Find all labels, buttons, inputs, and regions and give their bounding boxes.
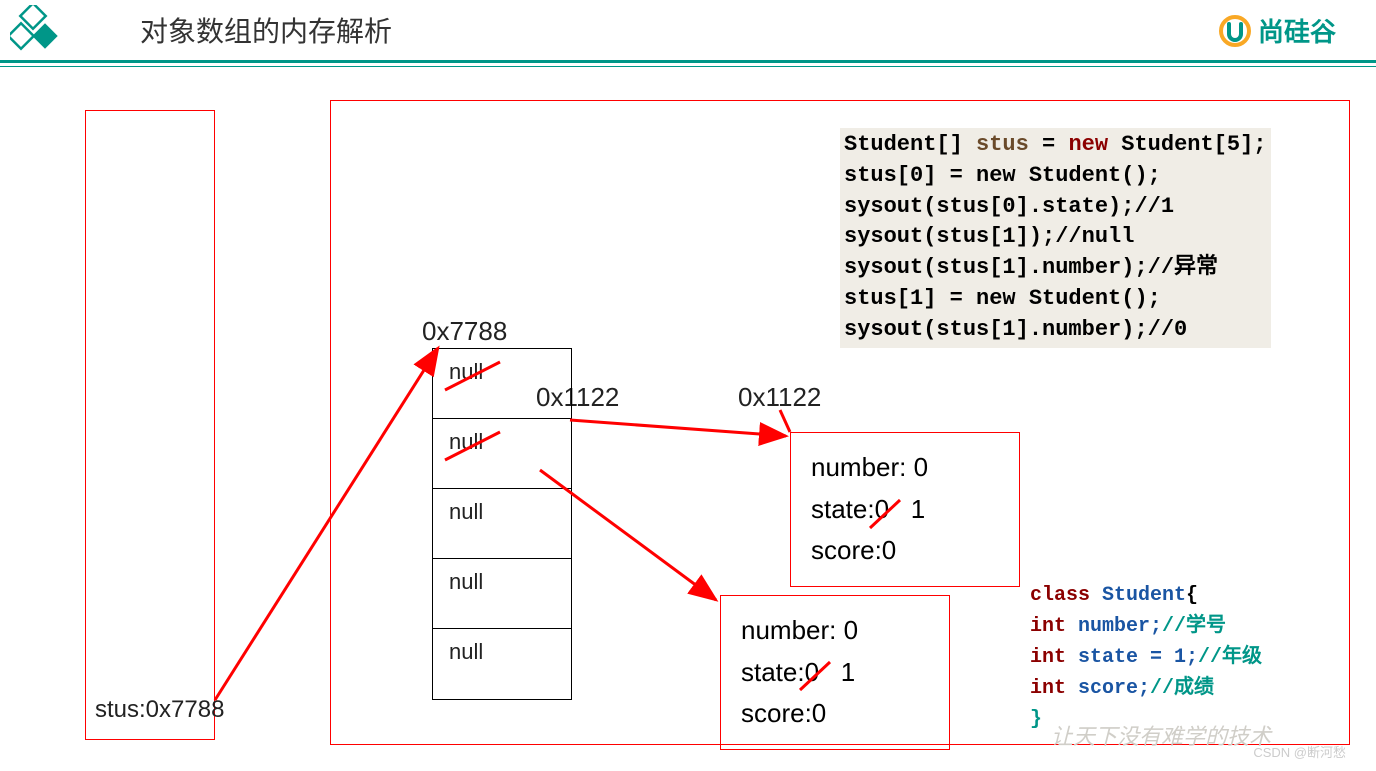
obj1-score: score:0 xyxy=(811,530,999,572)
student-object-1: number: 0 state:0 1 score:0 xyxy=(790,432,1020,587)
diamonds-logo-icon xyxy=(10,5,66,61)
stack-memory-box xyxy=(85,110,215,740)
divider-thick xyxy=(0,60,1376,63)
array-cell-2: null xyxy=(433,489,571,559)
brand-text: 尚硅谷 xyxy=(1258,12,1336,49)
brand: 尚硅谷 xyxy=(1218,12,1336,49)
code-block-main: Student[] stus = new Student[5]; stus[0]… xyxy=(840,128,1271,348)
array-cell-3: null xyxy=(433,559,571,629)
obj1-number: number: 0 xyxy=(811,447,999,489)
obj1-state: state:0 1 xyxy=(811,489,999,531)
obj2-state: state:0 1 xyxy=(741,652,929,694)
array-cell-0: null xyxy=(433,349,571,419)
page-title: 对象数组的内存解析 xyxy=(140,10,392,50)
array-cell-1: null xyxy=(433,419,571,489)
object-address-b-label: 0x1122 xyxy=(738,382,821,413)
student-object-2: number: 0 state:0 1 score:0 xyxy=(720,595,950,750)
stack-variable-label: stus:0x7788 xyxy=(95,696,224,724)
array-cell-4: null xyxy=(433,629,571,699)
divider-thin xyxy=(0,66,1376,67)
array-table: null null null null null xyxy=(432,348,572,700)
brand-icon xyxy=(1218,14,1252,48)
obj2-score: score:0 xyxy=(741,693,929,735)
code-block-class: class Student{ int number;//学号 int state… xyxy=(1030,580,1262,735)
csdn-watermark: CSDN @断河愁 xyxy=(1253,742,1346,761)
array-address-label: 0x7788 xyxy=(422,316,507,347)
slogan-watermark: 让天下没有难学的技术 xyxy=(1051,719,1271,751)
header: 对象数组的内存解析 尚硅谷 xyxy=(0,0,1376,60)
obj2-number: number: 0 xyxy=(741,610,929,652)
